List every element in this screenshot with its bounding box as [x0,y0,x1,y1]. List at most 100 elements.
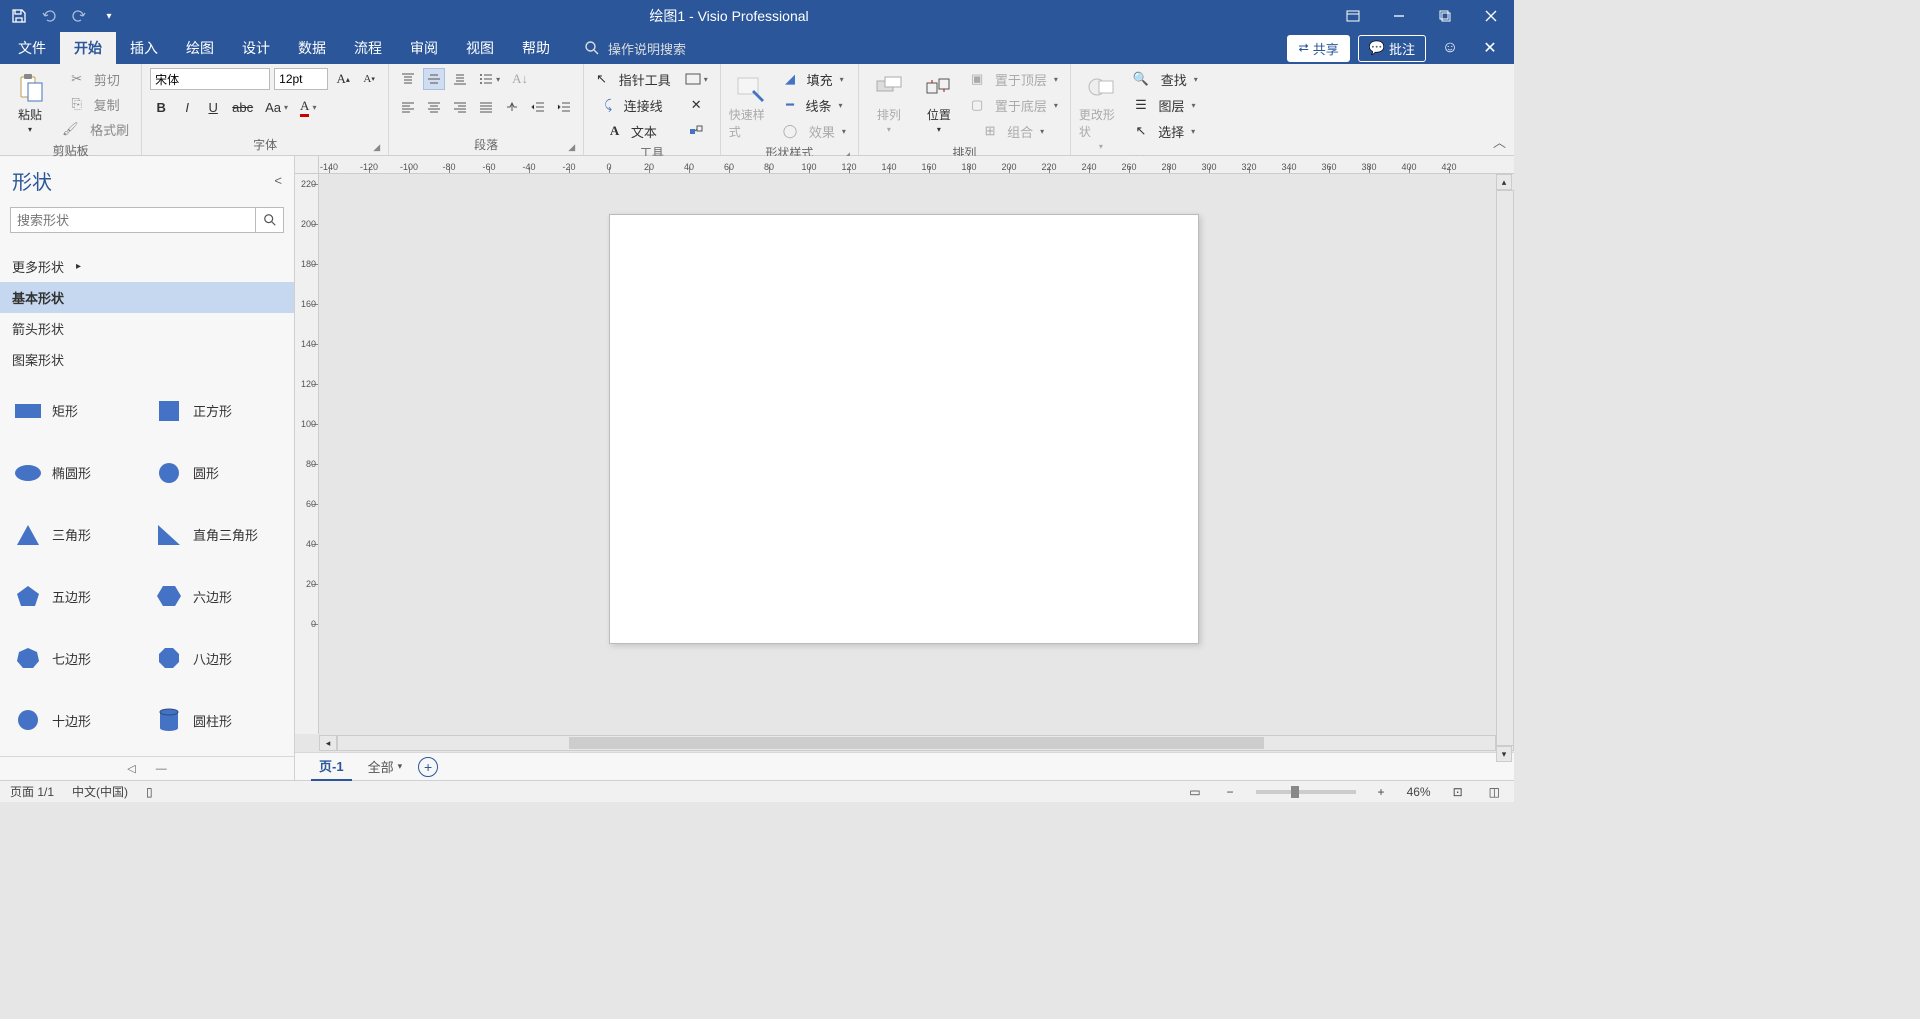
horizontal-scrollbar[interactable]: ◂ ▸ [319,734,1514,752]
change-shape-button[interactable]: 更改形状▾ [1079,68,1123,151]
shape-item-ellipse[interactable]: 椭圆形 [8,447,145,499]
vertical-scrollbar[interactable]: ▴ ▾ [1496,174,1514,762]
font-dialog-launcher[interactable]: ◢ [373,142,380,153]
vscroll-track[interactable] [1496,190,1514,746]
arrange-button[interactable]: 排列▾ [867,68,911,134]
shape-item-heptagon[interactable]: 七边形 [8,632,145,684]
scroll-up-button[interactable]: ▴ [1496,174,1512,190]
presentation-mode-button[interactable]: ▭ [1185,785,1204,799]
font-size-select[interactable] [274,68,328,90]
horizontal-ruler[interactable]: -140-120-100-80-60-40-200204060801001201… [319,156,1514,174]
paste-button[interactable]: 粘贴▾ [8,68,52,134]
increase-font-button[interactable]: A▴ [332,68,354,90]
align-middle-button[interactable] [423,68,445,90]
hscroll-thumb[interactable] [569,737,1263,749]
quick-styles-button[interactable]: 快速样式 [729,68,773,140]
more-shapes-item[interactable]: 更多形状 [0,251,294,282]
scroll-down-button[interactable]: ▾ [1496,746,1512,762]
vertical-ruler[interactable]: 220200180160140120100806040200 [295,174,319,734]
shapes-panel-collapse-button[interactable]: < [274,173,282,188]
align-center-button[interactable] [423,96,445,118]
tell-me-search[interactable]: 操作说明搜索 [584,39,686,58]
align-left-button[interactable] [397,96,419,118]
underline-button[interactable]: U [202,96,224,118]
scroll-left-button[interactable]: ◂ [319,735,337,751]
paragraph-dialog-launcher[interactable]: ◢ [568,142,575,153]
increase-indent-button[interactable] [553,96,575,118]
shape-item-octagon[interactable]: 八边形 [149,632,286,684]
category-arrow-shapes[interactable]: 箭头形状 [0,313,294,344]
macro-record-button[interactable]: ▯ [146,785,153,799]
tab-process[interactable]: 流程 [340,32,396,64]
hscroll-track[interactable] [337,735,1496,751]
redo-button[interactable] [66,3,92,29]
fit-width-button[interactable]: ◫ [1485,785,1504,799]
font-color-button[interactable]: A [296,96,320,118]
align-top-button[interactable] [397,68,419,90]
justify-button[interactable] [475,96,497,118]
page-tab-1[interactable]: 页-1 [311,752,352,781]
collapse-ribbon-button[interactable]: ︿ [1493,132,1506,151]
strikethrough-button[interactable]: abc [228,96,257,118]
align-right-button[interactable] [449,96,471,118]
shape-search-button[interactable] [256,207,284,233]
rotate-text-button[interactable] [501,96,523,118]
zoom-slider[interactable] [1256,790,1356,794]
delete-button[interactable]: ✕ [681,94,712,116]
category-basic-shapes[interactable]: 基本形状 [0,282,294,313]
bring-front-button[interactable]: ▣ 置于顶层 [967,68,1062,90]
zoom-slider-thumb[interactable] [1291,786,1299,798]
effects-button[interactable]: ◯ 效果 [779,120,850,142]
send-back-button[interactable]: ▢ 置于底层 [967,94,1062,116]
tab-design[interactable]: 设计 [228,32,284,64]
canvas-viewport[interactable] [319,174,1514,734]
minimize-button[interactable] [1376,0,1422,32]
rectangle-tool-button[interactable] [681,68,712,90]
layers-button[interactable]: ☰ 图层 [1129,94,1202,116]
tab-review[interactable]: 审阅 [396,32,452,64]
tab-view[interactable]: 视图 [452,32,508,64]
ribbon-display-button[interactable] [1330,0,1376,32]
copy-button[interactable]: ⎘ 复制 [58,93,133,115]
fill-button[interactable]: ◢ 填充 [779,68,850,90]
undo-button[interactable] [36,3,62,29]
text-tool-button[interactable]: A 文本 [592,120,675,142]
tab-draw[interactable]: 绘图 [172,32,228,64]
close-button[interactable] [1468,0,1514,32]
bullets-button[interactable] [475,68,504,90]
shape-item-triangle[interactable]: 三角形 [8,509,145,561]
shape-item-square[interactable]: 正方形 [149,385,286,437]
shape-item-circle[interactable]: 圆形 [149,447,286,499]
position-button[interactable]: 位置▾ [917,68,961,134]
qat-customize-button[interactable]: ▾ [96,3,122,29]
tab-file[interactable]: 文件 [4,32,60,64]
shape-item-pentagon[interactable]: 五边形 [8,570,145,622]
comments-button[interactable]: 💬批注 [1358,35,1426,62]
shape-search-input[interactable] [10,207,256,233]
tab-home[interactable]: 开始 [60,32,116,64]
panel-footer-btn2[interactable]: — [156,763,167,775]
drawing-page[interactable] [609,214,1199,644]
tab-insert[interactable]: 插入 [116,32,172,64]
shape-item-hexagon[interactable]: 六边形 [149,570,286,622]
pointer-tool-button[interactable]: ↖ 指针工具 [592,68,675,90]
status-language[interactable]: 中文(中国) [72,783,128,800]
font-name-select[interactable] [150,68,270,90]
connection-point-button[interactable] [681,120,712,142]
maximize-button[interactable] [1422,0,1468,32]
shape-item-decagon[interactable]: 十边形 [8,694,145,746]
close-pane-button[interactable]: ✕ [1474,38,1506,58]
shape-item-rtriangle[interactable]: 直角三角形 [149,509,286,561]
share-button[interactable]: ⮂共享 [1287,35,1349,62]
align-bottom-button[interactable] [449,68,471,90]
panel-footer-btn1[interactable]: ◁ [127,762,135,775]
page-tab-all[interactable]: 全部 ▾ [368,757,403,776]
format-painter-button[interactable]: 🖌 格式刷 [58,118,133,140]
zoom-out-button[interactable]: − [1223,785,1238,799]
group-button[interactable]: ⊞ 组合 [967,120,1062,142]
save-button[interactable] [6,3,32,29]
line-button[interactable]: ━ 线条 [779,94,850,116]
bold-button[interactable]: B [150,96,172,118]
italic-button[interactable]: I [176,96,198,118]
shape-item-rect[interactable]: 矩形 [8,385,145,437]
